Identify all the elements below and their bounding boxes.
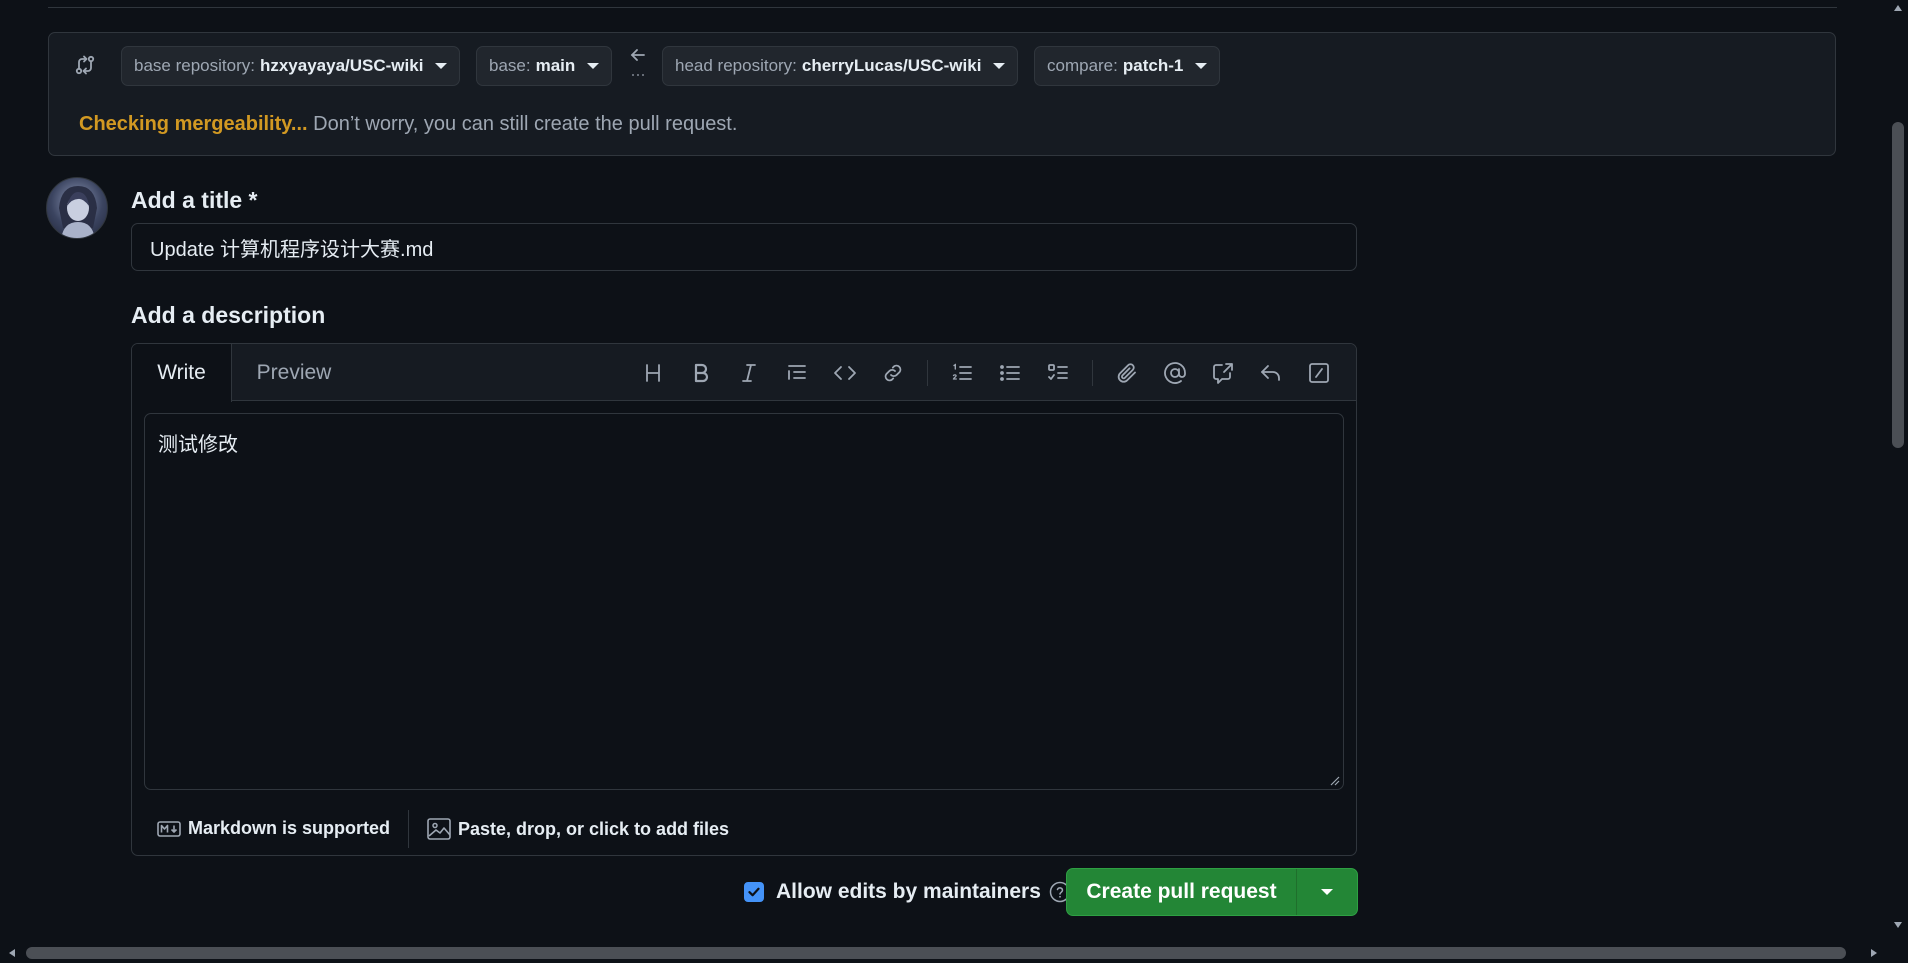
vertical-scrollbar[interactable] [1888, 0, 1908, 943]
chevron-down-icon [1321, 889, 1333, 895]
base-repository-key: base repository: [134, 56, 255, 75]
create-pull-request-group: Create pull request [1066, 868, 1358, 916]
task-list-icon [1048, 364, 1068, 380]
description-label: Add a description [131, 302, 326, 328]
unordered-list-button[interactable] [995, 358, 1025, 388]
top-divider [48, 7, 1837, 8]
description-editor: Write Preview 测试修改 Markdown is supported… [131, 343, 1357, 856]
arrow-left-icon [630, 49, 645, 76]
cross-reference-button[interactable] [1208, 358, 1238, 388]
base-branch-key: base: [489, 56, 531, 75]
compare-branch-key: compare: [1047, 56, 1118, 75]
compare-panel: base repository: hzxyayaya/USC-wiki base… [48, 32, 1836, 156]
cross-reference-icon [1213, 363, 1233, 384]
resize-handle-icon[interactable] [1328, 774, 1340, 786]
unordered-list-icon [1000, 365, 1020, 381]
description-textarea[interactable]: 测试修改 [144, 413, 1344, 790]
mention-button[interactable] [1160, 358, 1190, 388]
markdown-hint-label: Markdown is supported [188, 818, 391, 838]
bold-button[interactable] [686, 358, 716, 388]
heading-icon [646, 364, 660, 382]
chevron-down-icon [587, 63, 600, 69]
title-label: Add a title * [131, 187, 258, 213]
editor-toolbar: Write Preview [132, 344, 1356, 402]
mergeability-warning: Checking mergeability... [79, 113, 308, 135]
tab-preview[interactable]: Preview [232, 344, 356, 401]
heading-button[interactable] [638, 358, 668, 388]
head-repository-select[interactable]: head repository: cherryLucas/USC-wiki [662, 46, 1019, 86]
compare-branch-value: patch-1 [1122, 56, 1184, 75]
base-repository-value: hzxyayaya/USC-wiki [259, 56, 424, 75]
allow-edits-checkbox[interactable] [744, 882, 764, 902]
chevron-down-icon [993, 63, 1006, 69]
slash-command-icon [1309, 363, 1329, 383]
attach-icon [1117, 363, 1136, 383]
chevron-down-icon [435, 63, 448, 69]
head-repository-key: head repository: [675, 56, 797, 75]
italic-icon [742, 364, 756, 382]
code-icon [834, 366, 856, 380]
head-repository-value: cherryLucas/USC-wiki [801, 56, 982, 75]
chevron-down-icon [1195, 63, 1208, 69]
allow-edits-label: Allow edits by maintainers [776, 880, 1041, 903]
base-branch-value: main [535, 56, 576, 75]
avatar-illustration-icon [59, 186, 97, 238]
git-compare-icon [75, 55, 95, 75]
toolbar-divider [1092, 360, 1093, 386]
saved-reply-icon [1261, 365, 1280, 381]
tab-write[interactable]: Write [132, 344, 232, 402]
mergeability-message: Don’t worry, you can still create the pu… [313, 113, 738, 135]
base-branch-select[interactable]: base: main [476, 46, 613, 86]
vertical-scroll-thumb[interactable] [1892, 122, 1904, 448]
task-list-button[interactable] [1043, 358, 1073, 388]
checkmark-icon [748, 887, 760, 897]
scroll-up-icon[interactable] [1893, 4, 1903, 12]
editor-footer: Markdown is supported Paste, drop, or cl… [132, 802, 1356, 855]
compare-branch-select[interactable]: compare: patch-1 [1034, 46, 1221, 86]
create-options-dropdown[interactable] [1297, 869, 1357, 915]
mention-icon [1164, 362, 1186, 384]
saved-reply-button[interactable] [1256, 358, 1286, 388]
markdown-icon [157, 820, 181, 837]
attach-files-label: Paste, drop, or click to add files [458, 818, 730, 839]
ordered-list-icon [952, 363, 972, 380]
link-button[interactable] [878, 358, 908, 388]
scrollbar-corner [1888, 943, 1908, 963]
image-icon [427, 818, 451, 840]
scroll-right-icon[interactable] [1870, 948, 1878, 958]
footer-divider [408, 810, 409, 848]
attach-files-hint[interactable]: Paste, drop, or click to add files [427, 818, 729, 840]
slash-command-button[interactable] [1304, 358, 1334, 388]
allow-edits-option[interactable]: Allow edits by maintainers [744, 880, 1071, 904]
avatar[interactable] [46, 177, 108, 239]
markdown-hint[interactable]: Markdown is supported [157, 818, 390, 839]
base-repository-select[interactable]: base repository: hzxyayaya/USC-wiki [121, 46, 461, 86]
attach-button[interactable] [1112, 358, 1142, 388]
link-icon [884, 364, 902, 382]
quote-icon [788, 365, 806, 380]
italic-button[interactable] [734, 358, 764, 388]
scroll-down-icon[interactable] [1893, 921, 1903, 929]
title-input[interactable] [131, 223, 1357, 271]
bold-icon [694, 363, 709, 383]
quote-button[interactable] [782, 358, 812, 388]
horizontal-scrollbar[interactable] [0, 943, 1888, 963]
code-button[interactable] [830, 358, 860, 388]
ordered-list-button[interactable] [947, 358, 977, 388]
scroll-left-icon[interactable] [8, 948, 16, 958]
toolbar-divider [927, 360, 928, 386]
mergeability-status: Checking mergeability... Don’t worry, yo… [79, 113, 737, 136]
horizontal-scroll-thumb[interactable] [26, 947, 1846, 959]
create-pull-request-button[interactable]: Create pull request [1067, 869, 1297, 915]
